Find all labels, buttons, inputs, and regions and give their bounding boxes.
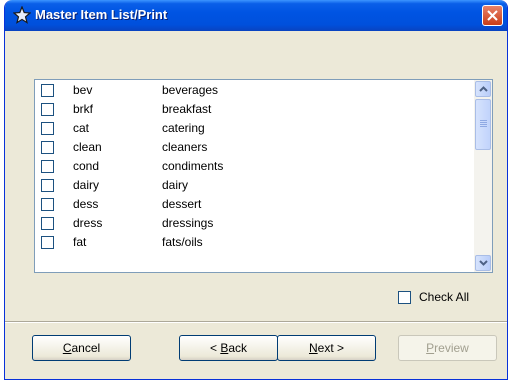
grip-line — [480, 126, 487, 127]
item-code: clean — [73, 140, 102, 154]
list-item[interactable]: dairy dairy — [35, 176, 469, 195]
item-checkbox[interactable] — [41, 217, 54, 230]
item-description: dressings — [162, 216, 214, 230]
item-checkbox[interactable] — [41, 160, 54, 173]
item-list[interactable]: bev beverages brkf breakfast cat caterin… — [34, 79, 493, 273]
item-code: fat — [73, 235, 87, 249]
back-label: ack — [228, 341, 248, 355]
item-checkbox[interactable] — [41, 141, 54, 154]
item-code: dairy — [73, 178, 100, 192]
next-button[interactable]: Next > — [277, 335, 376, 361]
divider — [5, 322, 507, 323]
back-prefix: < — [209, 341, 221, 355]
close-button[interactable] — [482, 5, 503, 26]
scroll-thumb[interactable] — [475, 99, 491, 150]
list-item[interactable]: bev beverages — [35, 81, 469, 100]
item-checkbox[interactable] — [41, 84, 54, 97]
title-bar[interactable]: Master Item List/Print — [5, 0, 507, 31]
item-description: catering — [162, 121, 205, 135]
item-code: cat — [73, 121, 90, 135]
item-description: beverages — [162, 83, 219, 97]
next-label: ext > — [317, 341, 345, 355]
close-icon — [487, 10, 498, 21]
vertical-scrollbar[interactable] — [474, 80, 492, 272]
preview-mnemonic: P — [426, 341, 435, 355]
preview-label: review — [434, 341, 469, 355]
check-all-checkbox[interactable] — [398, 291, 411, 304]
item-code: dess — [73, 197, 99, 211]
item-code: bev — [73, 83, 93, 97]
grip-line — [480, 122, 487, 123]
item-description: dairy — [162, 178, 189, 192]
item-description: cleaners — [162, 140, 208, 154]
scroll-up-button[interactable] — [475, 81, 491, 97]
item-checkbox[interactable] — [41, 122, 54, 135]
scroll-down-button[interactable] — [475, 255, 491, 271]
item-code: cond — [73, 159, 100, 173]
window-title: Master Item List/Print — [35, 7, 168, 22]
preview-button[interactable]: Preview — [398, 335, 497, 361]
cancel-label: ancel — [71, 341, 101, 355]
back-button[interactable]: < Back — [179, 335, 278, 361]
item-checkbox[interactable] — [41, 103, 54, 116]
grip-line — [480, 124, 487, 125]
check-all-label: Check All — [419, 290, 470, 304]
next-mnemonic: N — [308, 341, 318, 355]
item-description: fats/oils — [162, 235, 203, 249]
item-checkbox[interactable] — [41, 236, 54, 249]
master-item-dialog: Master Item List/Print bev beverages brk… — [4, 0, 508, 380]
item-code: dress — [73, 216, 103, 230]
item-description: dessert — [162, 197, 202, 211]
chevron-down-icon — [479, 260, 488, 266]
list-item[interactable]: cat catering — [35, 119, 469, 138]
item-code: brkf — [73, 102, 94, 116]
item-description: breakfast — [162, 102, 212, 116]
list-item[interactable]: dess dessert — [35, 195, 469, 214]
item-checkbox[interactable] — [41, 179, 54, 192]
item-checkbox[interactable] — [41, 198, 54, 211]
cancel-button[interactable]: Cancel — [32, 335, 131, 361]
list-item[interactable]: brkf breakfast — [35, 100, 469, 119]
list-item[interactable]: clean cleaners — [35, 138, 469, 157]
list-item[interactable]: fat fats/oils — [35, 233, 469, 252]
list-item[interactable]: dress dressings — [35, 214, 469, 233]
grip-line — [480, 120, 487, 121]
star-icon — [13, 6, 31, 24]
item-description: condiments — [162, 159, 224, 173]
chevron-up-icon — [479, 86, 488, 92]
list-item[interactable]: cond condiments — [35, 157, 469, 176]
